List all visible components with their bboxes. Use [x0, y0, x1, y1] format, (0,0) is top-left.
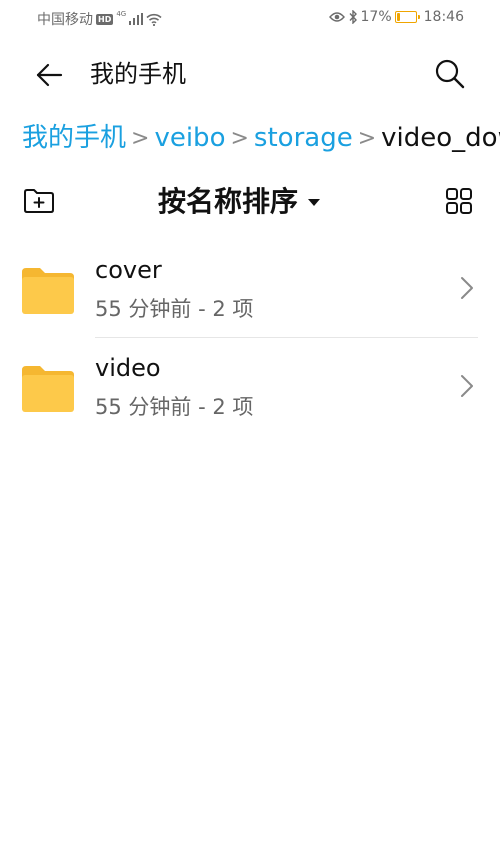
view-toggle-button[interactable]	[442, 184, 476, 218]
bluetooth-icon	[349, 10, 357, 24]
app-bar: 我的手机	[0, 50, 500, 98]
file-row-video[interactable]: video 55 分钟前 - 2 项	[0, 338, 500, 436]
clock: 18:46	[423, 9, 464, 25]
search-icon	[435, 59, 465, 89]
breadcrumb: 我的手机 > veibo > storage > video_dow	[22, 118, 500, 158]
eye-icon	[328, 12, 345, 22]
breadcrumb-separator: >	[131, 125, 150, 151]
folder-icon	[22, 268, 74, 314]
status-bar: 中国移动 HD 4G 17% 18:46	[0, 0, 500, 34]
sort-toolbar: 按名称排序	[0, 180, 500, 226]
sort-label: 按名称排序	[158, 185, 299, 218]
breadcrumb-item-weibo[interactable]: veibo	[154, 120, 225, 156]
file-meta: 55 分钟前 - 2 项	[95, 297, 254, 321]
new-folder-icon	[24, 189, 54, 213]
sort-selector[interactable]: 按名称排序	[158, 182, 321, 222]
back-arrow-icon	[36, 63, 63, 87]
battery-percent: 17%	[360, 9, 392, 25]
status-bar-left: 中国移动 HD 4G	[37, 9, 162, 29]
battery-icon	[394, 11, 420, 23]
file-list: cover 55 分钟前 - 2 项 video 55 分钟前 - 2 项	[0, 240, 500, 436]
chevron-right-icon	[458, 274, 476, 302]
file-meta: 55 分钟前 - 2 项	[95, 395, 254, 419]
breadcrumb-item-my-phone[interactable]: 我的手机	[22, 120, 126, 156]
folder-icon	[22, 366, 74, 412]
search-button[interactable]	[432, 56, 468, 92]
file-row-cover[interactable]: cover 55 分钟前 - 2 项	[0, 240, 500, 338]
breadcrumb-item-storage[interactable]: storage	[254, 120, 353, 156]
file-name: cover	[95, 256, 162, 284]
breadcrumb-separator: >	[357, 125, 377, 151]
page-title: 我的手机	[90, 60, 186, 88]
grid-view-icon	[446, 188, 472, 214]
signal-icon	[129, 13, 144, 25]
new-folder-button[interactable]	[22, 184, 56, 218]
carrier-label: 中国移动	[37, 12, 93, 28]
battery-fill	[396, 13, 400, 21]
back-button[interactable]	[32, 58, 66, 92]
network-type-label: 4G	[116, 10, 127, 18]
chevron-right-icon	[458, 372, 476, 400]
hd-badge: HD	[96, 13, 114, 25]
caret-down-icon	[308, 198, 321, 206]
status-bar-right: 17% 18:46	[328, 9, 464, 25]
wifi-icon	[146, 13, 162, 26]
file-name: video	[95, 354, 161, 382]
breadcrumb-separator: >	[230, 125, 249, 151]
breadcrumb-item-current: video_dow	[381, 123, 500, 153]
